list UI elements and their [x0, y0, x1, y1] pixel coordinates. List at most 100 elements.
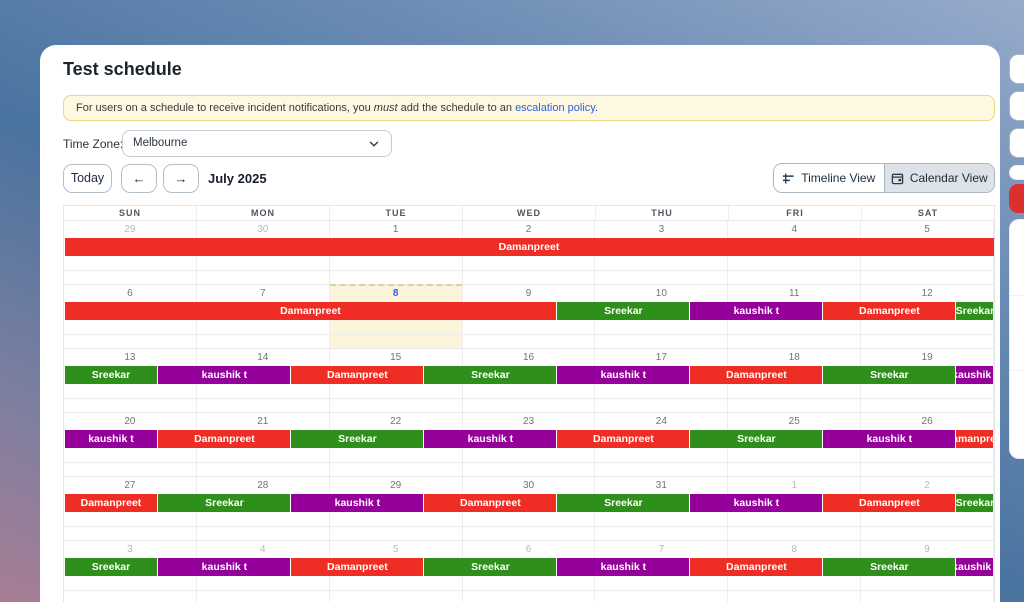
date-number: 6	[64, 285, 196, 299]
cutoff-side-button-1[interactable]	[1009, 54, 1024, 84]
month-label: July 2025	[208, 171, 267, 186]
shift-segment[interactable]: Sreekar	[557, 494, 689, 512]
cutoff-side-button-4[interactable]	[1009, 165, 1024, 180]
shift-segment[interactable]: kaushik t	[690, 494, 822, 512]
shift-label: Sreekar	[604, 497, 643, 509]
shift-segment[interactable]: Sreekar	[823, 558, 955, 576]
shift-segment[interactable]: kaushik t	[956, 558, 993, 576]
shift-segment[interactable]: kaushik t	[557, 366, 689, 384]
row-divider	[64, 270, 994, 271]
next-week-button[interactable]: →	[163, 164, 199, 193]
shift-segment[interactable]: kaushik t	[424, 430, 556, 448]
cutoff-danger-button[interactable]	[1009, 184, 1024, 213]
today-button[interactable]: Today	[63, 164, 112, 193]
shift-label: kaushik t	[956, 369, 993, 381]
shift-segment[interactable]: Sreekar	[65, 366, 158, 384]
shift-label: kaushik t	[88, 433, 134, 445]
date-number: 29	[330, 477, 462, 491]
shift-segment[interactable]: Damanpreet	[158, 430, 290, 448]
prev-week-button[interactable]: ←	[121, 164, 157, 193]
shift-segment[interactable]: Sreekar	[424, 366, 556, 384]
date-number: 1	[728, 477, 860, 491]
shift-segment[interactable]: kaushik t	[65, 430, 158, 448]
calendar-icon	[891, 172, 904, 185]
calendar-view-button[interactable]: Calendar View	[884, 164, 995, 192]
shift-label: Damanpreet	[327, 369, 388, 381]
panel-divider	[1010, 370, 1024, 371]
date-number: 9	[463, 285, 595, 299]
shift-label: Damanpreet	[726, 561, 787, 573]
shift-segment[interactable]: Damanpreet	[690, 366, 822, 384]
shift-segment[interactable]: Sreekar	[158, 494, 290, 512]
shift-label: Damanpreet	[460, 497, 521, 509]
shift-segment[interactable]: kaushik t	[158, 366, 290, 384]
shift-segment[interactable]: kaushik t	[690, 302, 822, 320]
timezone-label: Time Zone:	[63, 137, 123, 151]
shift-segment[interactable]: Damanpreet	[424, 494, 556, 512]
calendar-week: 20212223242526kaushik tDamanpreetSreekar…	[64, 412, 994, 476]
shift-segment[interactable]: Damanpreet	[291, 366, 423, 384]
shift-segment[interactable]: Sreekar	[690, 430, 822, 448]
shift-label: Sreekar	[737, 433, 776, 445]
calendar-grid: SUNMONTUEWEDTHUFRISAT 293012345Damanpree…	[63, 205, 995, 602]
day-header: THU	[596, 206, 729, 220]
shift-label: kaushik t	[335, 497, 381, 509]
cutoff-side-button-2[interactable]	[1009, 91, 1024, 121]
shift-segment[interactable]: Sreekar	[65, 558, 158, 576]
shift-segment[interactable]: kaushik t	[823, 430, 955, 448]
date-number: 9	[861, 541, 993, 555]
shift-segment[interactable]: kaushik t	[557, 558, 689, 576]
cutoff-side-button-3[interactable]	[1009, 128, 1024, 158]
shift-segment[interactable]: Sreekar	[291, 430, 423, 448]
shift-segment[interactable]: Damanpreet	[65, 494, 158, 512]
date-number: 16	[463, 349, 595, 363]
shift-segment[interactable]: Damanpreet	[291, 558, 423, 576]
timeline-view-button[interactable]: Timeline View	[774, 164, 884, 192]
calendar-week: 272829303112DamanpreetSreekarkaushik tDa…	[64, 476, 994, 540]
shift-segment[interactable]: Damanpreet	[823, 494, 955, 512]
shift-segment[interactable]: Sreekar	[424, 558, 556, 576]
shift-label: Sreekar	[471, 561, 510, 573]
shift-segment[interactable]: Damanpreet	[65, 302, 557, 320]
shift-segment[interactable]: Sreekar	[823, 366, 955, 384]
shift-segment[interactable]: kaushik t	[956, 366, 993, 384]
chevron-down-icon	[367, 137, 381, 151]
timezone-select[interactable]: Melbourne	[122, 130, 392, 157]
panel-divider	[1010, 295, 1024, 296]
date-number: 4	[197, 541, 329, 555]
calendar-view-label: Calendar View	[910, 171, 988, 185]
day-header: MON	[197, 206, 330, 220]
date-number: 15	[330, 349, 462, 363]
date-number: 10	[595, 285, 727, 299]
escalation-banner: For users on a schedule to receive incid…	[63, 95, 995, 121]
shift-bar-row: DamanpreetSreekarkaushik tDamanpreetSree…	[64, 494, 994, 512]
shift-label: Sreekar	[956, 305, 993, 317]
date-number: 21	[197, 413, 329, 427]
row-divider	[64, 590, 994, 591]
date-number: 4	[728, 221, 860, 235]
shift-segment[interactable]: Damanpreet	[690, 558, 822, 576]
shift-segment[interactable]: Sreekar	[557, 302, 689, 320]
date-number: 8	[330, 285, 462, 299]
shift-segment[interactable]: Damanpreet	[823, 302, 955, 320]
row-divider	[64, 398, 994, 399]
shift-segment[interactable]: Damanpreet	[65, 238, 994, 256]
shift-label: Damanpreet	[81, 497, 142, 509]
shift-label: kaushik t	[202, 561, 248, 573]
shift-label: Sreekar	[604, 305, 643, 317]
shift-label: Damanpreet	[956, 433, 993, 445]
shift-bar-row: Damanpreet	[64, 238, 994, 256]
shift-segment[interactable]: Sreekar	[956, 302, 993, 320]
date-number: 3	[595, 221, 727, 235]
shift-label: Sreekar	[205, 497, 244, 509]
escalation-policy-link[interactable]: escalation policy	[515, 102, 595, 114]
date-number: 7	[197, 285, 329, 299]
shift-segment[interactable]: Sreekar	[956, 494, 993, 512]
shift-label: kaushik t	[734, 497, 780, 509]
cutoff-side-panel	[1009, 219, 1024, 459]
shift-label: Sreekar	[956, 497, 993, 509]
shift-segment[interactable]: Damanpreet	[956, 430, 993, 448]
shift-segment[interactable]: Damanpreet	[557, 430, 689, 448]
shift-segment[interactable]: kaushik t	[291, 494, 423, 512]
shift-segment[interactable]: kaushik t	[158, 558, 290, 576]
